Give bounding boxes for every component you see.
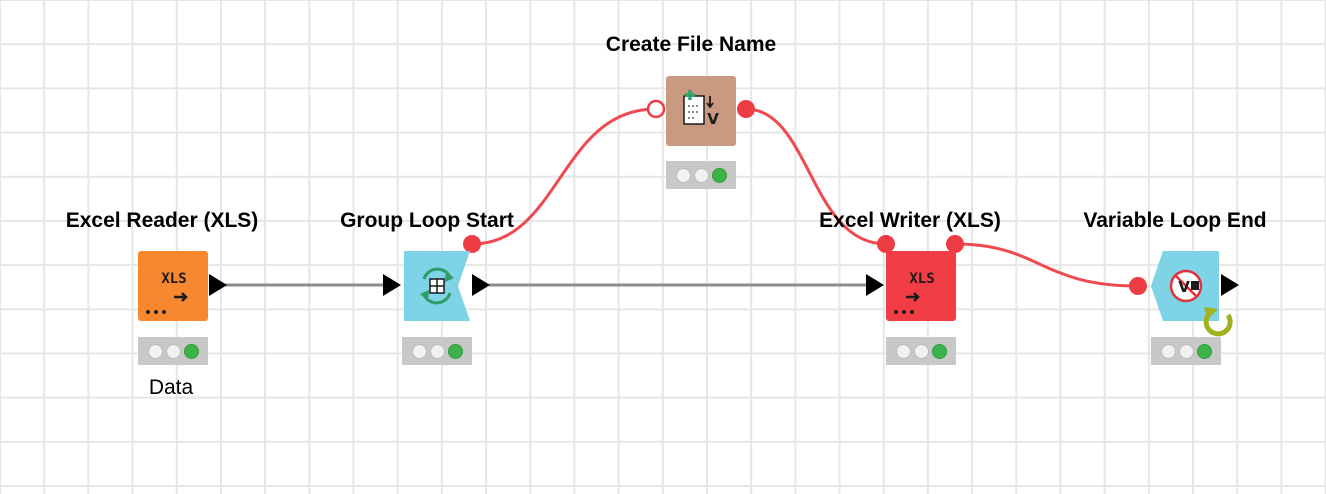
- status-light-green: [1196, 343, 1212, 359]
- group-loop-start-status: [402, 337, 472, 365]
- status-light-red: [1160, 343, 1176, 359]
- status-light-yellow: [1178, 343, 1194, 359]
- excel-writer-status: [886, 337, 956, 365]
- excel-writer-data-in-port[interactable]: [866, 274, 884, 296]
- create-file-name-node[interactable]: V: [666, 76, 736, 146]
- loop-status-icon: [1203, 307, 1233, 337]
- status-light-yellow: [429, 343, 445, 359]
- create-file-name-label: Create File Name: [605, 33, 777, 56]
- svg-text:XLS: XLS: [909, 271, 934, 287]
- svg-text:XLS: XLS: [161, 271, 186, 287]
- variable-loop-end-data-out-port[interactable]: [1221, 274, 1239, 296]
- variable-loop-end-flow-in-port[interactable]: [1129, 277, 1147, 295]
- group-loop-start-label: Group Loop Start: [340, 209, 514, 232]
- create-file-name-flow-in-port[interactable]: [646, 99, 666, 119]
- excel-writer-icon: XLS: [886, 251, 956, 321]
- loop-start-icon: [404, 251, 470, 321]
- excel-reader-annotation: Data: [148, 376, 194, 399]
- status-light-green: [711, 167, 727, 183]
- excel-reader-label: Excel Reader (XLS): [65, 209, 259, 232]
- status-light-yellow: [165, 343, 181, 359]
- status-light-green: [183, 343, 199, 359]
- excel-reader-node[interactable]: XLS: [138, 251, 208, 321]
- status-light-red: [147, 343, 163, 359]
- variable-loop-end-status: [1151, 337, 1221, 365]
- status-light-yellow: [913, 343, 929, 359]
- status-light-green: [931, 343, 947, 359]
- excel-reader-status: [138, 337, 208, 365]
- flow-connection-writer-to-loop-end[interactable]: [954, 242, 1139, 288]
- excel-writer-label: Excel Writer (XLS): [819, 209, 1001, 232]
- create-file-name-status: [666, 161, 736, 189]
- group-loop-start-data-out-port[interactable]: [472, 274, 490, 296]
- status-light-red: [675, 167, 691, 183]
- group-loop-start-data-in-port[interactable]: [383, 274, 401, 296]
- svg-text:V: V: [1178, 278, 1190, 296]
- status-light-yellow: [693, 167, 709, 183]
- status-light-green: [447, 343, 463, 359]
- create-file-name-flow-out-port[interactable]: [737, 100, 755, 118]
- svg-text:V: V: [707, 110, 719, 128]
- variable-creator-icon: V: [666, 76, 736, 146]
- excel-writer-node[interactable]: XLS: [886, 251, 956, 321]
- status-light-red: [411, 343, 427, 359]
- status-light-red: [895, 343, 911, 359]
- connection-layer: [209, 99, 1239, 296]
- variable-loop-end-label: Variable Loop End: [1083, 209, 1267, 232]
- excel-reader-icon: XLS: [138, 251, 208, 321]
- excel-reader-data-out-port[interactable]: [209, 274, 227, 296]
- group-loop-start-node[interactable]: [402, 251, 472, 321]
